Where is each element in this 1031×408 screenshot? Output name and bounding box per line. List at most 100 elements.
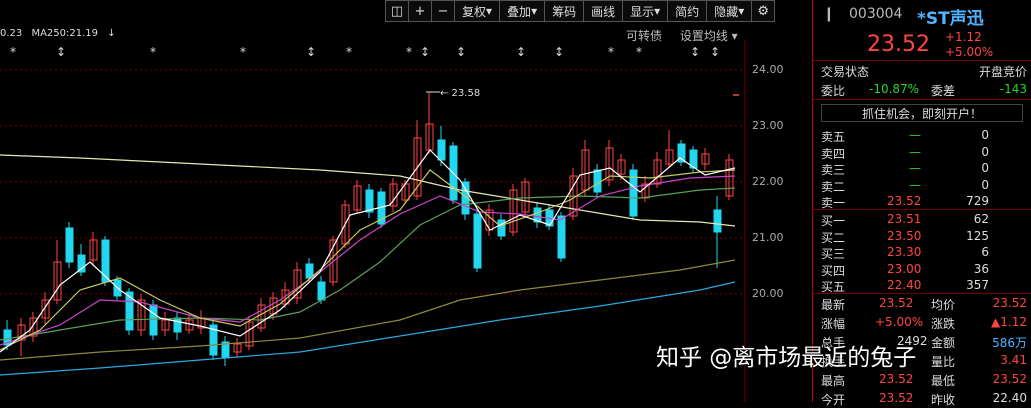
ma-left-value: 0.23 [0, 28, 23, 39]
sell-volume: 729 [966, 194, 989, 209]
avg-label: 均价 [931, 297, 956, 312]
candle-body [317, 281, 326, 301]
pct-label: 涨幅 [821, 316, 846, 331]
sell-order-row[interactable]: 卖二 —0 [813, 176, 1031, 194]
stock-name[interactable]: *ST声迅 [917, 4, 984, 29]
ma250-label: MA250:21.19 [31, 28, 99, 39]
open-label: 今开 [821, 392, 846, 407]
low-label: 最低 [931, 373, 956, 388]
y-tick-20: 20.00 [752, 287, 784, 300]
buy-level-label: 买五 [821, 280, 846, 295]
zhihu-watermark: 知乎 @离市场最近的兔子 [656, 345, 917, 371]
order-ratio-row: 委比 -10.87% 委差 -143 [813, 80, 1031, 100]
event-marker: ↕ [554, 45, 564, 59]
candle-body [173, 317, 182, 333]
prev-value: 22.40 [992, 390, 1027, 405]
trade-status-value: 开盘竞价 [978, 65, 1027, 79]
buy-volume: 6 [981, 245, 989, 260]
event-marker: ↕ [516, 45, 526, 59]
down-arrow-icon: ↓ [107, 28, 116, 39]
buy-order-row[interactable]: 买三 23.30 6 [813, 243, 1031, 261]
trade-status-row: 交易状态 开盘竞价 [813, 61, 1031, 80]
open-account-banner[interactable]: 抓住机会，即刻开户！ [821, 104, 1023, 122]
set-ma-button[interactable]: 设置均线 ▾ [680, 29, 738, 43]
buy-price: 23.00 [887, 261, 922, 276]
buy-price: 23.51 [887, 211, 922, 226]
candle-body [65, 227, 74, 263]
open-value: 23.52 [879, 390, 914, 405]
event-marker: ↕ [420, 45, 430, 59]
sell-volume: 0 [981, 161, 989, 176]
sell-price: — [909, 128, 921, 142]
back-arrow-icon[interactable]: ❙ [823, 6, 835, 22]
event-marker: * [406, 45, 412, 59]
panel-toggle-icon[interactable]: ◫ [385, 0, 408, 22]
weibi-value: -10.87% [869, 82, 920, 96]
change-percent: +5.00% [945, 45, 994, 59]
event-marker: ↕ [306, 45, 316, 59]
buy-order-row[interactable]: 买四 23.00 36 [813, 260, 1031, 278]
candle-body [365, 189, 374, 213]
sell-order-row[interactable]: 卖四 —0 [813, 143, 1031, 161]
chart-right-tools: 可转债 设置均线 ▾ [626, 27, 752, 44]
event-marker: * [240, 45, 246, 59]
zoom-out-button[interactable]: − [431, 0, 454, 22]
buy-volume: 357 [966, 278, 989, 293]
candle-body [77, 254, 86, 273]
candle-body [593, 169, 602, 193]
settings-gear-icon[interactable]: ⚙ [751, 0, 776, 22]
chips-button[interactable]: 筹码 [544, 0, 584, 22]
sell-volume: 0 [981, 144, 989, 159]
event-marker: ↕ [710, 45, 720, 59]
hide-button[interactable]: 隐藏 ▾ [706, 0, 752, 22]
buy-price: 23.50 [887, 228, 922, 243]
candle-body [437, 139, 446, 161]
chg-label: 涨跌 [931, 316, 956, 331]
candle-body [557, 215, 566, 259]
amount-label: 金额 [931, 335, 956, 350]
sell-orders: 卖五 —0 卖四 —0 卖三 —0 卖二 —0 卖一 23.52 729 [813, 126, 1031, 210]
avg-value: 23.52 [992, 295, 1027, 310]
amount-value: 586万 [992, 335, 1027, 350]
event-marker: * [10, 45, 16, 59]
sell-price: 23.52 [887, 194, 922, 209]
sell-level-label: 卖一 [821, 196, 846, 211]
sell-price: — [909, 161, 921, 176]
pct-value: +5.00% [875, 314, 924, 329]
event-marker: ↕ [56, 45, 66, 59]
buy-order-row[interactable]: 买一 23.51 62 [813, 210, 1031, 228]
event-marker: * [150, 45, 156, 59]
event-marker: ↕ [456, 45, 466, 59]
candle-body [149, 304, 158, 336]
chart-toolbar: ◫ + − 复权 ▾ 叠加 ▾ 筹码 画线 显示 ▾ 简约 隐藏 ▾ ⚙ [385, 0, 776, 22]
buy-order-row[interactable]: 买五 22.40 357 [813, 276, 1031, 295]
display-button[interactable]: 显示 ▾ [622, 0, 668, 22]
zoom-in-button[interactable]: + [408, 0, 431, 22]
stats-row-latest: 最新 23.52 均价 23.52 [813, 294, 1031, 313]
event-marker: * [608, 45, 614, 59]
sell-volume: 0 [981, 177, 989, 192]
high-label: 最高 [821, 373, 846, 388]
sell-order-row[interactable]: 卖三 —0 [813, 159, 1031, 177]
high-value: 23.52 [879, 371, 914, 386]
change-value: +1.12 [945, 30, 982, 44]
stock-code: 003004 [849, 6, 903, 22]
adjust-price-button[interactable]: 复权 ▾ [454, 0, 500, 22]
candle-body [713, 209, 722, 233]
ma-120-line [0, 259, 736, 361]
chg-value: ▲1.12 [991, 314, 1027, 329]
latest-value: 23.52 [879, 295, 914, 310]
event-marker: * [346, 45, 352, 59]
overlay-button[interactable]: 叠加 ▾ [499, 0, 545, 22]
sell-order-row[interactable]: 卖五 —0 [813, 126, 1031, 144]
buy-order-row[interactable]: 买二 23.50 125 [813, 227, 1031, 245]
buy-volume: 36 [973, 261, 989, 276]
sell-order-row[interactable]: 卖一 23.52 729 [813, 192, 1031, 211]
ma-indicator-line: 0.23 MA250:21.19 ↓ [0, 28, 122, 39]
amp-label: 量比 [931, 354, 956, 369]
peak-annotation-label: ← 23.58 [440, 88, 480, 99]
convertible-bond-link[interactable]: 可转债 [626, 29, 662, 43]
simple-button[interactable]: 简约 [667, 0, 707, 22]
y-tick-24: 24.00 [752, 63, 784, 76]
draw-line-button[interactable]: 画线 [583, 0, 623, 22]
